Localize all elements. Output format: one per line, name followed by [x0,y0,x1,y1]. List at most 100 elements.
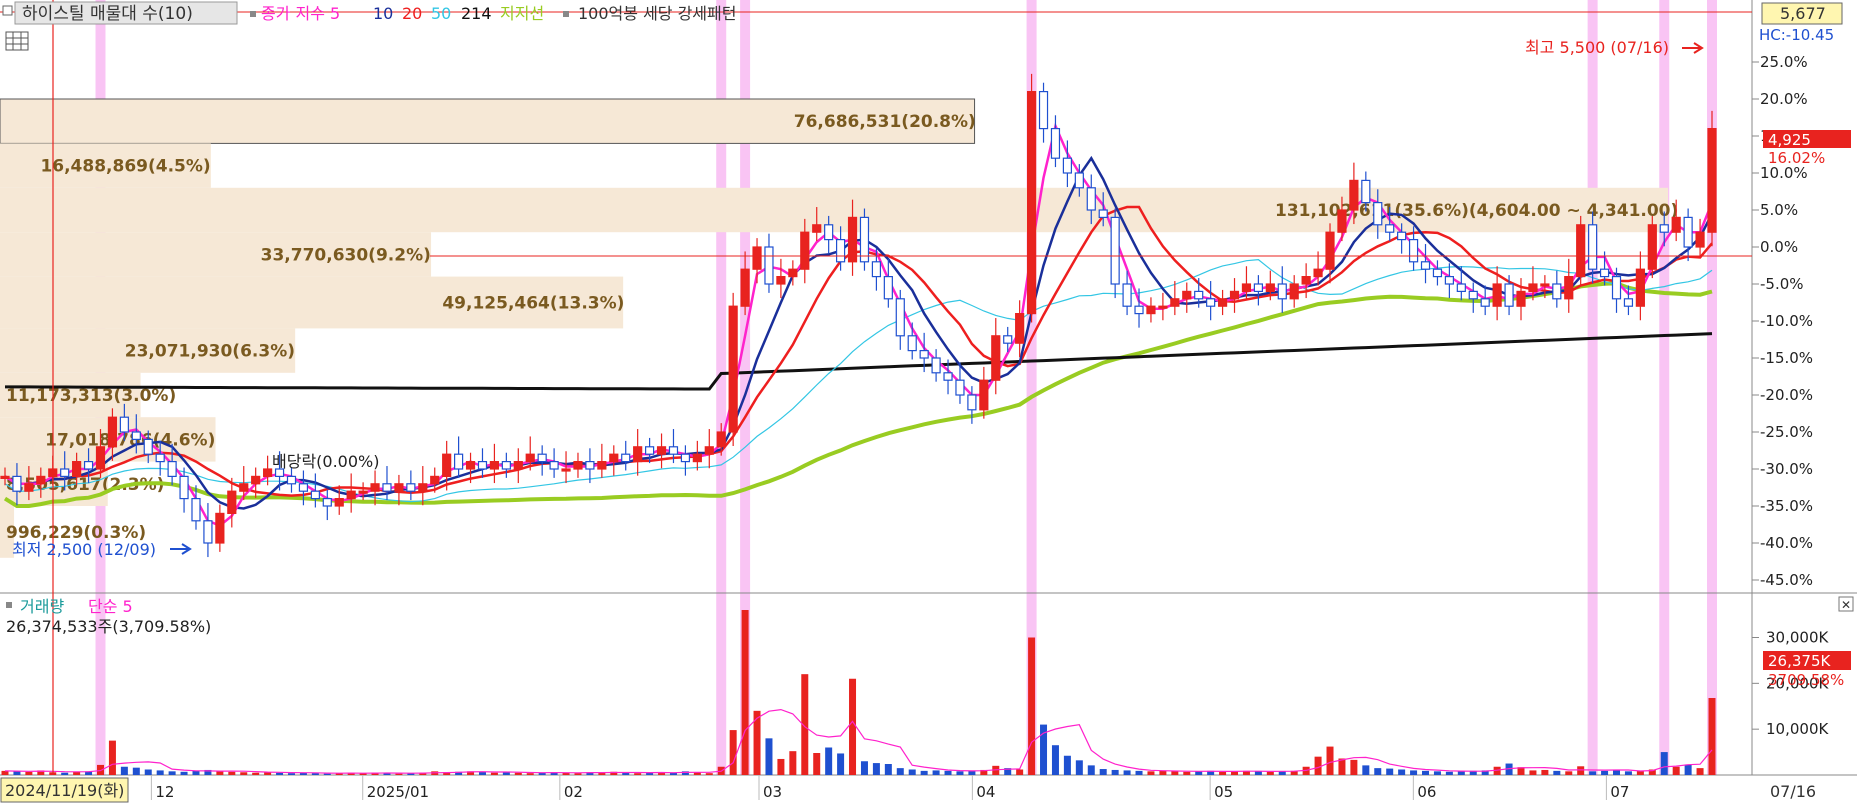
candle[interactable] [251,475,261,485]
candle[interactable] [979,379,989,411]
volume-bar[interactable] [1601,770,1609,775]
candle[interactable] [1110,216,1120,285]
candle[interactable] [1325,231,1335,270]
candle[interactable] [298,483,309,492]
volume-bar[interactable] [634,773,642,775]
candle[interactable] [334,498,344,507]
volume-bar[interactable] [1099,769,1107,775]
candle[interactable] [1480,298,1490,307]
candle[interactable] [119,416,129,433]
candle[interactable] [991,335,1001,381]
volume-bar[interactable] [813,753,821,775]
candle[interactable] [1313,268,1323,278]
candle[interactable] [1540,283,1550,287]
candle[interactable] [12,475,22,492]
volume-bar[interactable] [1326,746,1334,775]
volume-bar[interactable] [837,753,845,775]
volume-bar[interactable] [896,768,904,775]
candle[interactable] [1170,298,1180,307]
candle[interactable] [645,446,655,455]
candle[interactable] [1038,90,1049,130]
volume-bar[interactable] [502,772,510,775]
volume-bar[interactable] [1219,771,1227,775]
volume-ma-legend[interactable]: 단순 5 [88,597,133,616]
candle[interactable] [525,453,535,463]
volume-bar[interactable] [252,772,260,775]
candle[interactable] [716,431,726,448]
candle[interactable] [143,438,153,455]
candle[interactable] [1158,305,1168,309]
candle[interactable] [465,461,476,470]
candle[interactable] [107,416,118,448]
candle[interactable] [310,490,320,500]
volume-bar[interactable] [1553,770,1561,775]
volume-bar[interactable] [13,771,21,775]
candle[interactable] [680,453,691,463]
volume-bar[interactable] [1111,769,1119,775]
candle[interactable] [1277,283,1287,300]
pattern-legend[interactable]: 100억봉 세당 강세패턴 [578,4,736,23]
candle[interactable] [728,305,738,433]
candle[interactable] [477,461,488,470]
candle[interactable] [370,483,380,492]
candle[interactable] [95,446,106,470]
candle[interactable] [60,468,70,478]
volume-bar[interactable] [25,771,33,775]
volume-bar[interactable] [1028,637,1036,776]
volume-bar[interactable] [1063,755,1071,775]
volume-bar[interactable] [1075,760,1083,775]
candle[interactable] [1146,305,1156,315]
volume-bar[interactable] [872,763,880,775]
candle[interactable] [788,268,798,278]
volume-bar[interactable] [765,738,773,775]
candle[interactable] [549,461,559,470]
volume-bar[interactable] [192,770,200,775]
candle[interactable] [704,446,714,455]
candle[interactable] [239,483,249,492]
candle[interactable] [1194,290,1204,300]
candle[interactable] [1671,216,1681,233]
candle[interactable] [1492,283,1502,307]
volume-bar[interactable] [168,771,176,775]
candle[interactable] [1361,179,1371,204]
candle[interactable] [1468,290,1478,300]
volume-bar[interactable] [1565,771,1573,775]
candle[interactable] [859,216,870,263]
volume-bar[interactable] [920,770,928,775]
candle[interactable] [585,461,595,470]
volume-bar[interactable] [1087,765,1095,775]
volume-bar[interactable] [1410,770,1418,775]
volume-bar[interactable] [514,772,522,775]
candle[interactable] [1003,335,1013,344]
candle[interactable] [36,475,46,485]
volume-title[interactable]: 거래량 [20,597,64,616]
candle[interactable] [131,431,141,441]
volume-bar[interactable] [1159,770,1167,775]
volume-bar[interactable] [1660,752,1668,775]
candle[interactable] [1552,283,1562,300]
candle[interactable] [191,498,201,522]
volume-bar[interactable] [1398,769,1406,776]
candle[interactable] [227,490,237,515]
candle[interactable] [263,468,273,478]
candle[interactable] [513,461,523,470]
candle[interactable] [955,379,965,396]
volume-bar[interactable] [1386,768,1394,775]
volume-bar[interactable] [777,758,785,775]
candle[interactable] [812,224,822,233]
candle[interactable] [1647,224,1657,270]
volume-bar[interactable] [789,751,797,775]
candle[interactable] [501,461,511,470]
candle[interactable] [1707,128,1717,233]
volume-bar[interactable] [849,678,857,775]
candle[interactable] [1253,283,1263,293]
candle[interactable] [322,498,332,507]
volume-bar[interactable] [884,764,892,775]
candle[interactable] [1241,283,1252,293]
volume-bar[interactable] [120,766,128,775]
candle[interactable] [1576,224,1586,278]
candle[interactable] [442,453,452,478]
candle[interactable] [621,453,631,463]
candle[interactable] [931,357,941,374]
volume-bar[interactable] [1696,768,1704,775]
